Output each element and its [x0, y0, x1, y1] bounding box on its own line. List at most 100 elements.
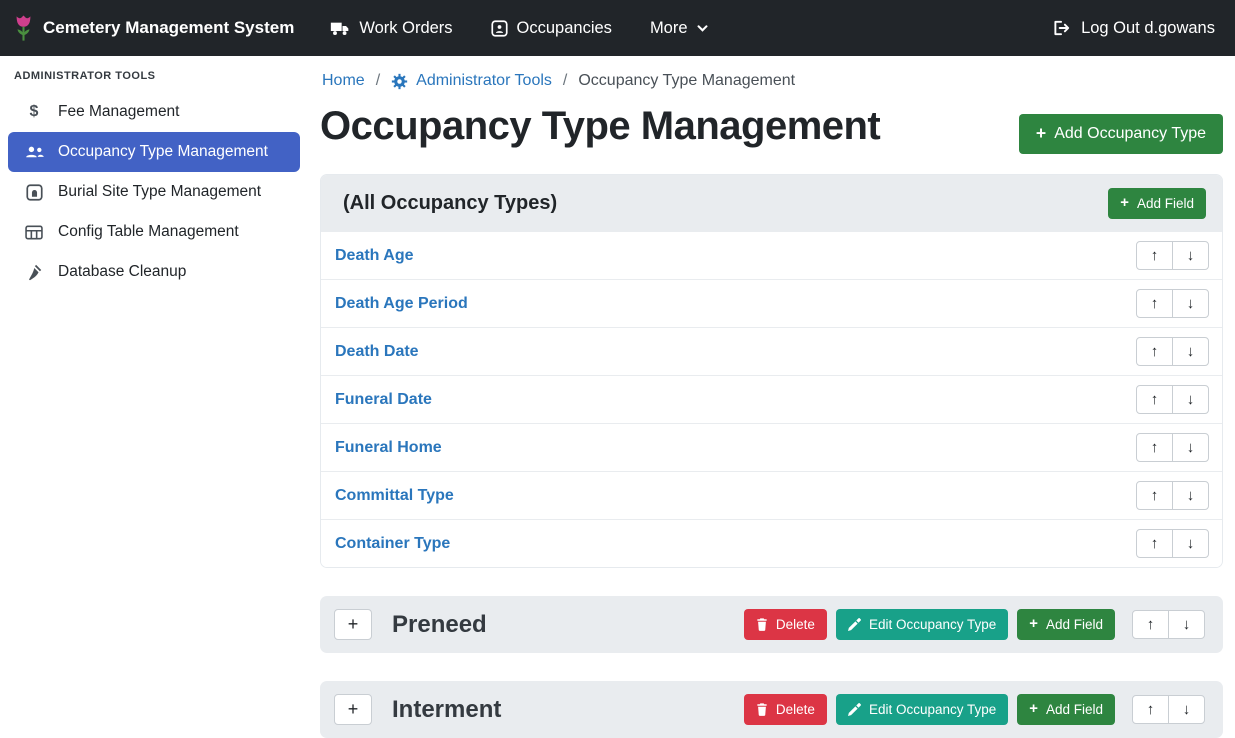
arrow-up-icon: ↑: [1151, 247, 1159, 264]
brand[interactable]: Cemetery Management System: [14, 15, 294, 42]
edit-label: Edit Occupancy Type: [869, 702, 996, 717]
field-link[interactable]: Funeral Date: [335, 391, 432, 409]
sidebar-item-config-table-management[interactable]: Config Table Management: [8, 212, 300, 252]
expand-section-button[interactable]: +: [334, 609, 372, 640]
breadcrumb-admin-tools-link[interactable]: Administrator Tools: [391, 72, 552, 90]
plus-icon: +: [348, 699, 359, 720]
move-up-button[interactable]: ↑: [1136, 529, 1173, 558]
delete-label: Delete: [776, 617, 815, 632]
move-down-button[interactable]: ↓: [1168, 695, 1205, 724]
move-up-button[interactable]: ↑: [1136, 481, 1173, 510]
field-link[interactable]: Container Type: [335, 535, 450, 553]
arrow-down-icon: ↓: [1187, 295, 1195, 312]
reorder-group: ↑ ↓: [1136, 337, 1209, 366]
reorder-group: ↑ ↓: [1132, 695, 1205, 724]
arrow-down-icon: ↓: [1187, 391, 1195, 408]
move-up-button[interactable]: ↑: [1136, 337, 1173, 366]
all-occupancy-types-header: (All Occupancy Types) + Add Field: [321, 175, 1222, 232]
expand-section-button[interactable]: +: [334, 694, 372, 725]
arrow-up-icon: ↑: [1151, 295, 1159, 312]
nav-occupancies[interactable]: Occupancies: [491, 19, 612, 38]
arrow-down-icon: ↓: [1187, 247, 1195, 264]
logout-icon: [1053, 20, 1072, 36]
delete-occupancy-type-button[interactable]: Delete: [744, 694, 827, 725]
reorder-group: ↑ ↓: [1136, 241, 1209, 270]
breadcrumb: Home / Administrator Tool: [320, 72, 1223, 90]
field-row: Container Type ↑ ↓: [321, 520, 1222, 567]
add-field-label: Add Field: [1046, 702, 1103, 717]
add-occupancy-type-label: Add Occupancy Type: [1054, 125, 1206, 143]
section-actions: Delete Edit Occupancy Type + Add Field: [744, 609, 1205, 640]
person-frame-icon: [491, 20, 508, 37]
reorder-group: ↑ ↓: [1136, 289, 1209, 318]
sidebar-item-occupancy-type-management[interactable]: Occupancy Type Management: [8, 132, 300, 172]
arrow-up-icon: ↑: [1151, 391, 1159, 408]
dollar-icon: $: [23, 103, 45, 121]
arrow-up-icon: ↑: [1151, 535, 1159, 552]
arrow-up-icon: ↑: [1151, 343, 1159, 360]
field-link[interactable]: Death Date: [335, 343, 419, 361]
move-down-button[interactable]: ↓: [1172, 481, 1209, 510]
delete-occupancy-type-button[interactable]: Delete: [744, 609, 827, 640]
sidebar-item-label: Fee Management: [58, 103, 180, 121]
table-icon: [23, 225, 45, 240]
field-row: Committal Type ↑ ↓: [321, 472, 1222, 520]
logout-button[interactable]: Log Out d.gowans: [1053, 19, 1215, 38]
add-field-label: Add Field: [1137, 196, 1194, 211]
edit-occupancy-type-button[interactable]: Edit Occupancy Type: [836, 694, 1008, 725]
nav-work-orders-label: Work Orders: [359, 19, 452, 38]
add-field-button[interactable]: + Add Field: [1108, 188, 1206, 219]
reorder-group: ↑ ↓: [1136, 529, 1209, 558]
move-up-button[interactable]: ↑: [1136, 289, 1173, 318]
section-interment: + Interment Delete: [320, 681, 1223, 738]
breadcrumb-admin-tools-label: Administrator Tools: [416, 72, 552, 90]
section-title: Preneed: [392, 611, 487, 639]
arrow-up-icon: ↑: [1151, 439, 1159, 456]
field-link[interactable]: Funeral Home: [335, 439, 442, 457]
move-down-button[interactable]: ↓: [1172, 385, 1209, 414]
sidebar-item-label: Burial Site Type Management: [58, 183, 261, 201]
move-up-button[interactable]: ↑: [1132, 610, 1169, 639]
move-up-button[interactable]: ↑: [1132, 695, 1169, 724]
logout-label: Log Out d.gowans: [1081, 19, 1215, 38]
add-field-button[interactable]: + Add Field: [1017, 694, 1115, 725]
pencil-icon: [848, 618, 861, 631]
nav-work-orders[interactable]: Work Orders: [330, 19, 452, 38]
field-link[interactable]: Committal Type: [335, 487, 454, 505]
sidebar-item-fee-management[interactable]: $ Fee Management: [8, 92, 300, 132]
move-down-button[interactable]: ↓: [1168, 610, 1205, 639]
move-down-button[interactable]: ↓: [1172, 289, 1209, 318]
reorder-group: ↑ ↓: [1136, 433, 1209, 462]
breadcrumb-separator: /: [376, 72, 380, 90]
sidebar-item-label: Config Table Management: [58, 223, 239, 241]
sidebar-item-burial-site-type-management[interactable]: Burial Site Type Management: [8, 172, 300, 212]
page-title: Occupancy Type Management: [320, 102, 880, 150]
move-down-button[interactable]: ↓: [1172, 241, 1209, 270]
move-up-button[interactable]: ↑: [1136, 433, 1173, 462]
title-row: Occupancy Type Management + Add Occupanc…: [320, 102, 1223, 154]
delete-label: Delete: [776, 702, 815, 717]
field-link[interactable]: Death Age: [335, 247, 414, 265]
field-row: Death Age Period ↑ ↓: [321, 280, 1222, 328]
nav-more[interactable]: More: [650, 19, 708, 38]
sidebar-item-database-cleanup[interactable]: Database Cleanup: [8, 252, 300, 292]
move-down-button[interactable]: ↓: [1172, 337, 1209, 366]
arrow-down-icon: ↓: [1187, 439, 1195, 456]
breadcrumb-home-link[interactable]: Home: [322, 72, 365, 90]
section-actions: Delete Edit Occupancy Type + Add Field: [744, 694, 1205, 725]
breadcrumb-separator: /: [563, 72, 567, 90]
add-field-button[interactable]: + Add Field: [1017, 609, 1115, 640]
field-link[interactable]: Death Age Period: [335, 295, 468, 313]
add-occupancy-type-button[interactable]: + Add Occupancy Type: [1019, 114, 1223, 154]
move-up-button[interactable]: ↑: [1136, 385, 1173, 414]
move-up-button[interactable]: ↑: [1136, 241, 1173, 270]
edit-occupancy-type-button[interactable]: Edit Occupancy Type: [836, 609, 1008, 640]
move-down-button[interactable]: ↓: [1172, 529, 1209, 558]
move-down-button[interactable]: ↓: [1172, 433, 1209, 462]
main-content: Home / Administrator Tool: [308, 56, 1235, 738]
nav-more-label: More: [650, 19, 688, 38]
field-row: Death Age ↑ ↓: [321, 232, 1222, 280]
plus-icon: +: [1120, 196, 1129, 211]
section-title: Interment: [392, 696, 501, 724]
broom-icon: [23, 264, 45, 281]
